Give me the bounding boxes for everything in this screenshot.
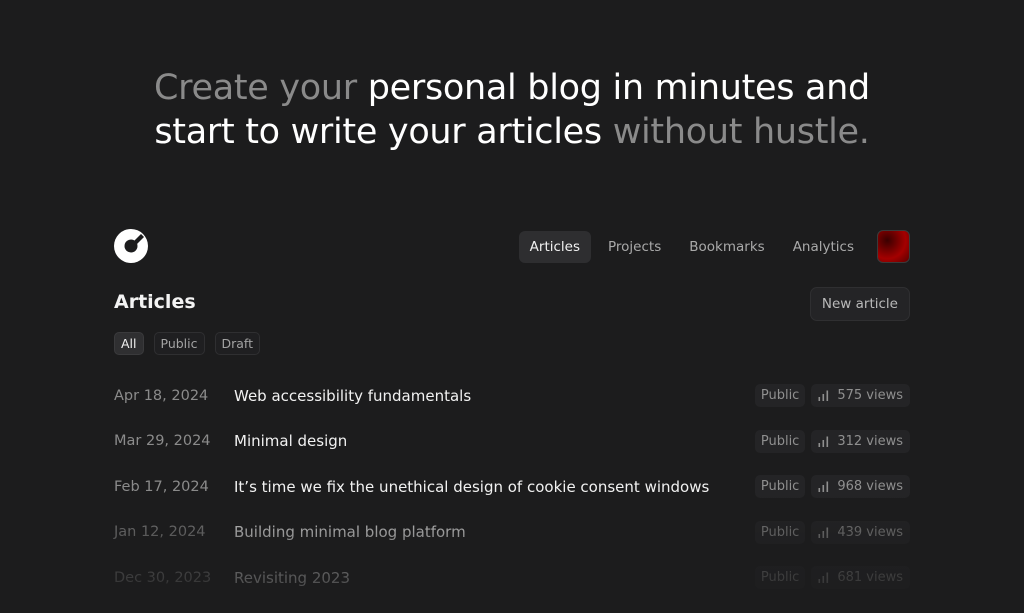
new-article-button[interactable]: New article: [809, 287, 910, 321]
views-count: 575 views: [837, 388, 903, 404]
nav-bookmarks[interactable]: Bookmarks: [678, 231, 775, 263]
nav-analytics[interactable]: Analytics: [782, 231, 865, 263]
status-badge: Public: [754, 384, 806, 408]
top-nav: Articles Projects Bookmarks Analytics: [518, 229, 910, 264]
hero-headline: Create your personal blog in minutes and…: [0, 66, 1024, 154]
article-title[interactable]: It’s time we fix the unethical design of…: [234, 478, 755, 496]
views-count: 439 views: [837, 524, 903, 540]
status-badge: Public: [754, 475, 806, 499]
nav-projects[interactable]: Projects: [597, 231, 672, 263]
bar-chart-icon: [818, 390, 829, 402]
article-list: Apr 18, 2024 Web accessibility fundament…: [114, 373, 910, 601]
article-date: Mar 29, 2024: [114, 433, 211, 450]
views-count: 681 views: [837, 570, 903, 586]
article-date: Apr 18, 2024: [114, 387, 209, 404]
article-row[interactable]: Apr 18, 2024 Web accessibility fundament…: [114, 373, 910, 419]
article-title[interactable]: Revisiting 2023: [234, 569, 755, 587]
article-date: Feb 17, 2024: [114, 478, 209, 495]
views-count: 968 views: [837, 479, 903, 495]
article-row[interactable]: Jan 12, 2024 Building minimal blog platf…: [114, 510, 910, 556]
hero-text-bright-2: start to write your articles: [154, 112, 602, 152]
filter-public[interactable]: Public: [153, 332, 205, 355]
filter-draft[interactable]: Draft: [214, 332, 261, 355]
hero-line-2: start to write your articles without hus…: [0, 110, 1024, 154]
article-title[interactable]: Building minimal blog platform: [234, 523, 755, 541]
bar-chart-icon: [818, 527, 829, 538]
nav-articles[interactable]: Articles: [518, 230, 592, 263]
hero-line-1: Create your personal blog in minutes and: [0, 66, 1024, 110]
hero-text-muted-2: without hustle.: [612, 112, 870, 152]
status-badge: Public: [754, 429, 806, 453]
views-badge: 968 views: [811, 475, 910, 499]
views-badge: 575 views: [811, 384, 910, 408]
article-row[interactable]: Mar 29, 2024 Minimal design Public 312 v…: [114, 419, 910, 465]
status-filter-group: All Public Draft: [114, 332, 261, 355]
page-title: Articles: [114, 291, 196, 313]
views-badge: 312 views: [811, 429, 910, 453]
article-row[interactable]: Feb 17, 2024 It’s time we fix the unethi…: [114, 464, 910, 510]
bar-chart-icon: [818, 481, 829, 493]
article-date: Jan 12, 2024: [114, 524, 206, 541]
article-title[interactable]: Minimal design: [234, 432, 755, 450]
status-badge: Public: [754, 520, 806, 544]
avatar[interactable]: [877, 230, 910, 263]
hero-text-bright-1: personal blog in minutes and: [367, 68, 871, 108]
gauge-logo-icon[interactable]: [114, 229, 148, 263]
filter-all[interactable]: All: [114, 332, 144, 355]
hero-text-muted-1: Create your: [154, 68, 357, 108]
article-title[interactable]: Web accessibility fundamentals: [234, 387, 755, 405]
bar-chart-icon: [818, 436, 829, 447]
article-row[interactable]: Dec 30, 2023 Revisiting 2023 Public 681 …: [114, 555, 910, 601]
views-badge: 439 views: [811, 520, 910, 544]
bar-chart-icon: [818, 572, 829, 584]
status-badge: Public: [754, 566, 806, 590]
views-badge: 681 views: [811, 566, 910, 590]
views-count: 312 views: [837, 433, 903, 449]
article-date: Dec 30, 2023: [114, 569, 212, 586]
